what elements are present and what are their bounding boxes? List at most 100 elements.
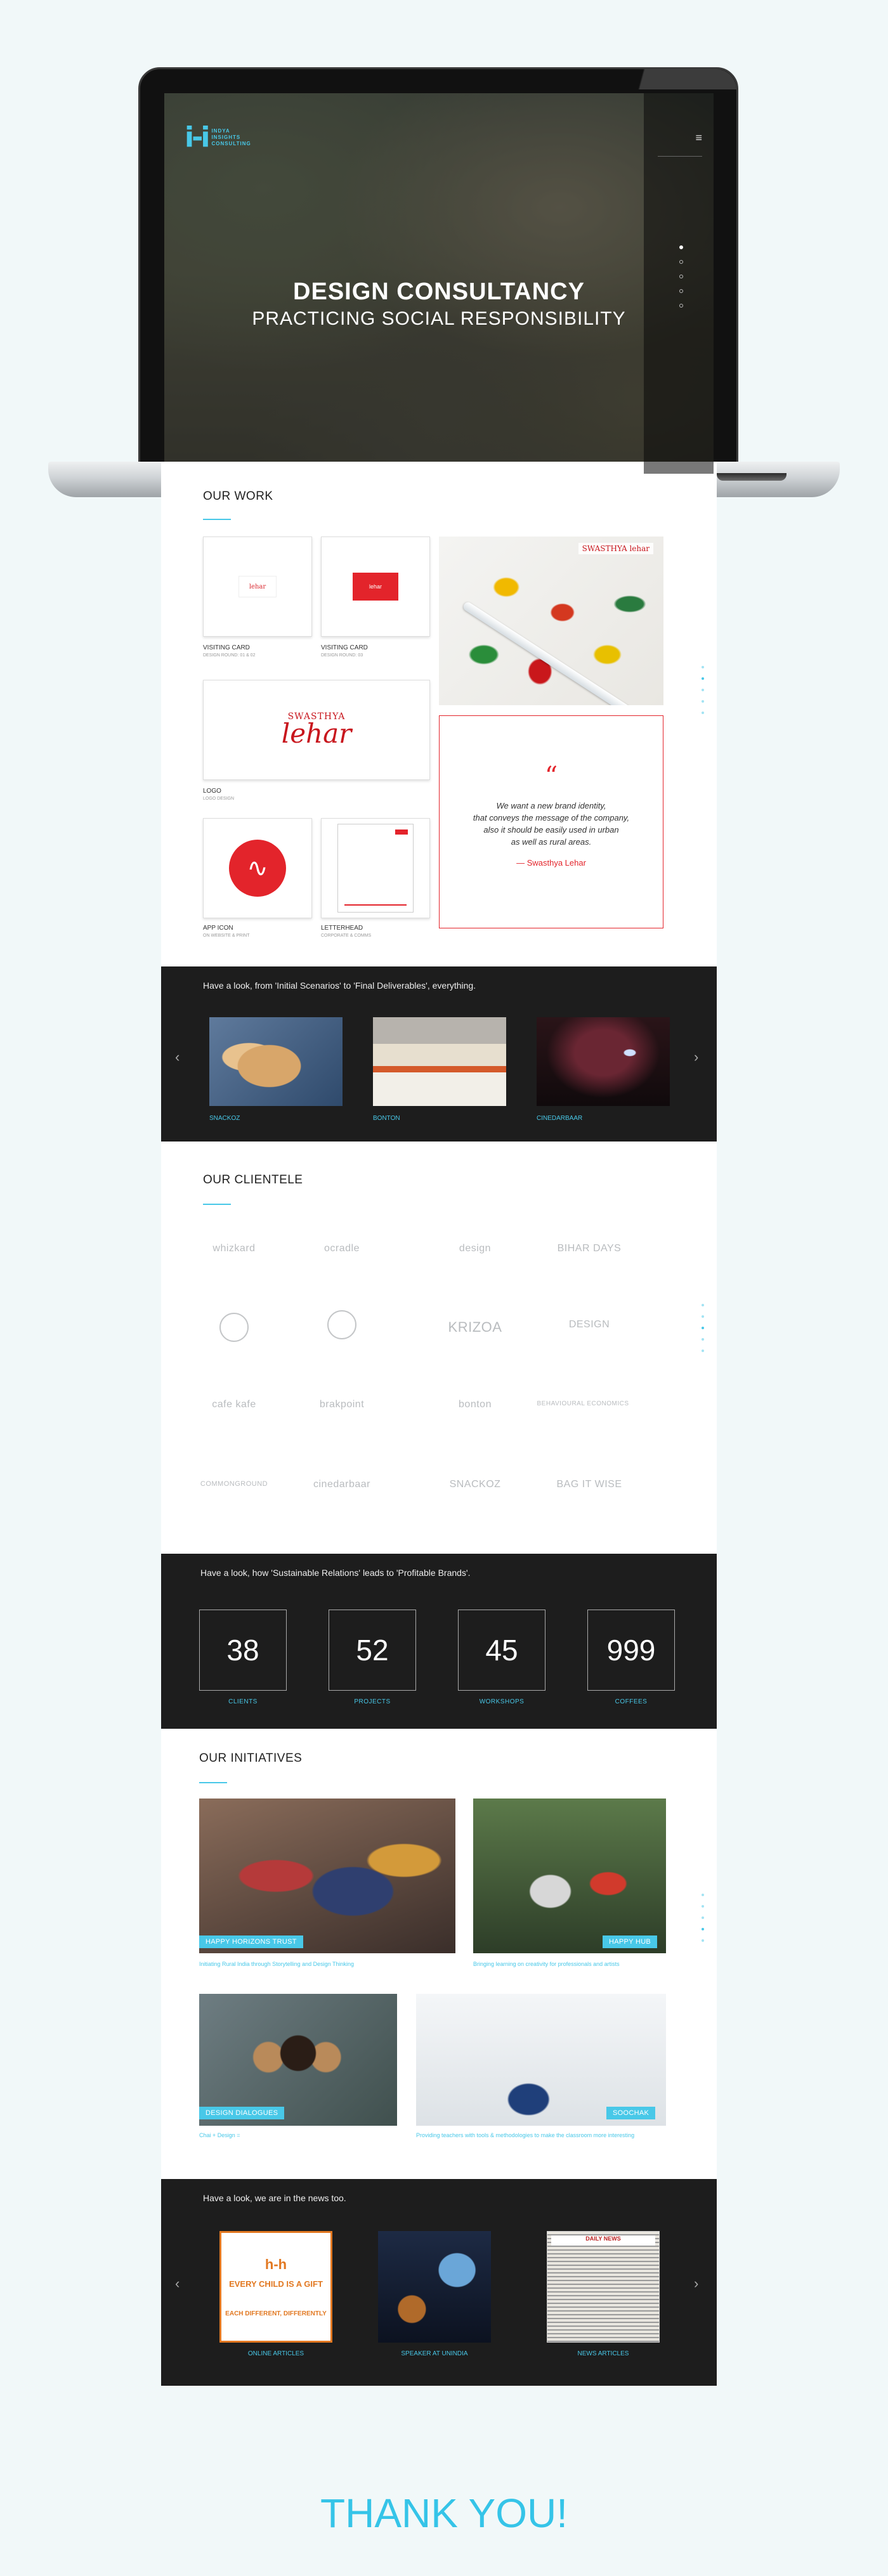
initiative-tag[interactable]: HAPPY HORIZONS TRUST [199,1935,303,1948]
slide-card[interactable]: SNACKOZ [209,1017,343,1122]
logo-line: CONSULTING [211,141,251,146]
section-dot[interactable] [702,712,704,714]
work-caption: VISITING CARD DESIGN ROUND: 01 & 02 [203,644,255,658]
slide-card[interactable]: BONTON [373,1017,506,1122]
section-dot[interactable] [702,1916,704,1919]
section-dot[interactable] [702,1905,704,1908]
initiative-image[interactable] [199,1994,397,2126]
visiting-card-white: lehar [238,576,277,597]
counters-intro: Have a look, how 'Sustainable Relations'… [200,1568,471,1578]
news-card-paper[interactable]: DAILY NEWS [547,2231,660,2343]
chevron-left-icon[interactable]: ‹ [175,1049,180,1065]
section-heading: OUR WORK [203,490,273,503]
caption-title: VISITING CARD [203,644,250,651]
initiative-image[interactable] [473,1799,666,1953]
logo-line: INSIGHTS [211,134,241,140]
swasthya-lehar-logo: SWASTHYA lehar [282,712,351,749]
client-logo[interactable]: BIHAR DAYS [542,1243,637,1254]
counter-label: CLIENTS [228,1698,258,1705]
news-caption: NEWS ARTICLES [577,2350,629,2357]
pills-brand-mark: SWASTHYA lehar [578,543,653,554]
section-dot[interactable] [702,1928,704,1930]
letterhead-preview [337,824,414,913]
logo-main-word: lehar [281,717,352,749]
client-logo[interactable]: brakpoint [294,1399,389,1410]
client-logo[interactable]: BEHAVIOURAL ECONOMICS [535,1400,630,1407]
slide-dot[interactable] [679,304,683,308]
section-dot[interactable] [702,700,704,703]
work-pills-photo[interactable]: SWASTHYA lehar [439,537,663,705]
client-logo[interactable]: cafe kafe [186,1399,282,1410]
chevron-left-icon[interactable]: ‹ [175,2275,180,2292]
client-logo[interactable]: BAG IT WISE [542,1479,637,1490]
client-logo[interactable] [294,1310,389,1343]
poster-headline: EVERY CHILD IS A GIFT [229,2279,323,2289]
slide-dot[interactable] [679,289,683,293]
our-work-section: OUR WORK lehar VISITING CARD DESIGN ROUN… [161,462,717,966]
testimonial-author: — Swasthya Lehar [516,858,586,868]
initiative-desc: Chai + Design = [199,2132,240,2138]
work-app-icon[interactable]: ∿ [203,818,312,918]
chevron-right-icon[interactable]: › [694,2275,698,2292]
slide-card[interactable]: CINEDARBAAR [537,1017,670,1122]
initiative-image[interactable] [199,1799,455,1953]
hero-logo[interactable]: i-i INDYA INSIGHTS CONSULTING [185,124,251,152]
client-logo[interactable]: design [428,1243,523,1254]
client-logo[interactable]: cinedarbaar [294,1479,389,1490]
client-logo[interactable]: DESIGN [542,1319,637,1330]
work-caption: VISITING CARD DESIGN ROUND: 03 [321,644,368,658]
section-dot[interactable] [702,689,704,691]
caption-title: LETTERHEAD [321,925,363,932]
slide-caption: CINEDARBAAR [537,1115,583,1122]
initiative-tag[interactable]: DESIGN DIALOGUES [199,2107,285,2119]
slide-caption: SNACKOZ [209,1115,240,1122]
slide-dot[interactable] [679,275,683,278]
news-card-poster[interactable]: h-h EVERY CHILD IS A GIFT EACH DIFFERENT… [219,2231,332,2343]
hero-subtitle: PRACTICING SOCIAL RESPONSIBILITY [252,308,626,329]
section-dot[interactable] [702,1304,704,1306]
work-logo[interactable]: SWASTHYA lehar [203,680,430,780]
work-visiting-card-1[interactable]: lehar [203,537,312,637]
logo-mark: i-i [185,121,210,153]
initiative-image[interactable] [416,1994,666,2126]
initiative-tag[interactable]: SOOCHAK [606,2107,656,2119]
thank-you-text: THANK YOU! [320,2490,568,2536]
section-dot[interactable] [702,1338,704,1341]
counter-projects: 52 [329,1610,416,1691]
work-visiting-card-2[interactable]: lehar [321,537,430,637]
work-letterhead[interactable] [321,818,430,918]
laptop-glare [578,69,736,89]
laptop-frame: i-i INDYA INSIGHTS CONSULTING ≡ DESIGN C… [138,67,738,474]
thermometer-image [462,601,643,705]
hamburger-icon[interactable]: ≡ [658,131,702,157]
client-logo[interactable]: KRIZOA [428,1319,523,1336]
section-dot[interactable] [702,666,704,668]
counter-label: WORKSHOPS [479,1698,525,1705]
client-logo[interactable]: ocradle [294,1243,389,1254]
hero-title: DESIGN CONSULTANCY [293,278,585,305]
visiting-card-red: lehar [353,573,398,601]
section-dot[interactable] [702,1894,704,1896]
client-logo[interactable]: COMMONGROUND [186,1480,282,1488]
initiative-desc: Bringing learning on creativity for prof… [473,1961,620,1967]
news-card-speaker[interactable] [378,2231,491,2343]
clientele-section: OUR CLIENTELE whizkard ocradle design BI… [161,1142,717,1554]
client-logo[interactable] [186,1313,282,1345]
heading-underline [203,519,231,520]
slide-dot[interactable] [679,245,683,249]
section-dot[interactable] [702,1327,704,1329]
slide-dot[interactable] [679,260,683,264]
section-dot[interactable] [702,1939,704,1942]
section-dot[interactable] [702,1315,704,1318]
slide-image [373,1017,506,1106]
initiative-tag[interactable]: HAPPY HUB [603,1935,658,1948]
counter-label: PROJECTS [354,1698,391,1705]
section-dot[interactable] [702,677,704,680]
client-logo[interactable]: whizkard [186,1243,282,1254]
chevron-right-icon[interactable]: › [694,1049,698,1065]
client-logo[interactable]: bonton [428,1399,523,1410]
section-dot[interactable] [702,1350,704,1352]
client-logo[interactable]: SNACKOZ [428,1479,523,1490]
laptop-notch [717,473,787,481]
caption-sub: DESIGN ROUND: 01 & 02 [203,653,256,658]
